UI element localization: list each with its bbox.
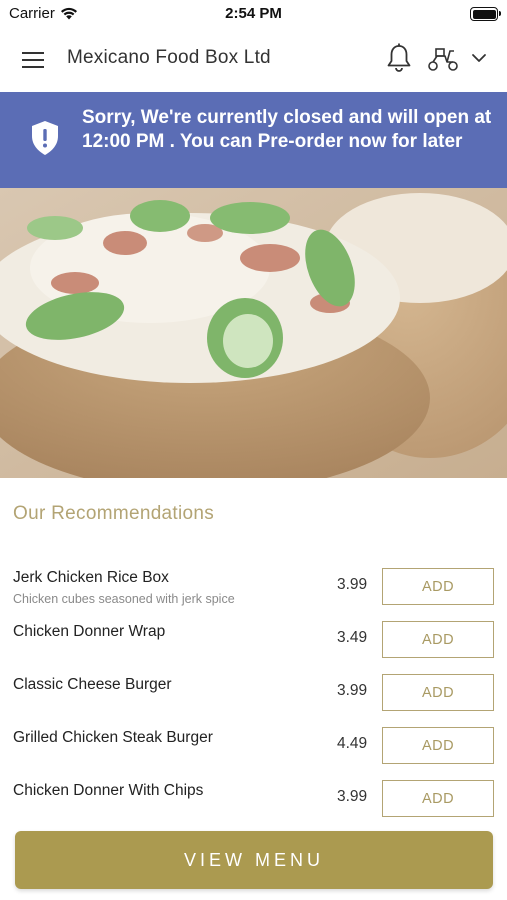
item-price: 3.99	[337, 788, 368, 805]
chevron-down-icon	[472, 54, 486, 62]
delivery-mode-button[interactable]	[427, 46, 459, 72]
add-button[interactable]: ADD	[382, 621, 494, 658]
item-price: 4.49	[337, 735, 368, 752]
bell-icon	[387, 43, 411, 72]
item-description: Chicken cubes seasoned with jerk spice	[13, 592, 235, 606]
list-item: Grilled Chicken Steak Burger 4.49 ADD	[0, 715, 507, 768]
list-item: Classic Cheese Burger 3.99 ADD	[0, 662, 507, 715]
add-button[interactable]: ADD	[382, 780, 494, 817]
status-time: 2:54 PM	[225, 5, 282, 22]
list-item: Chicken Donner With Chips 3.99 ADD	[0, 768, 507, 821]
view-menu-button[interactable]: VIEW MENU	[15, 831, 493, 889]
hero-food-image	[0, 188, 507, 478]
battery-icon	[470, 7, 501, 21]
hamburger-menu-button[interactable]	[22, 50, 46, 70]
item-price: 3.99	[337, 576, 368, 593]
closed-notice-banner: Sorry, We're currently closed and will o…	[0, 92, 507, 188]
item-name: Chicken Donner Wrap	[13, 623, 166, 640]
item-name: Chicken Donner With Chips	[13, 782, 204, 799]
closed-notice-text: Sorry, We're currently closed and will o…	[82, 107, 492, 152]
add-button[interactable]: ADD	[382, 727, 494, 764]
item-name: Grilled Chicken Steak Burger	[13, 729, 213, 746]
mode-dropdown-button[interactable]	[471, 50, 487, 66]
item-name: Jerk Chicken Rice Box	[13, 569, 169, 586]
recommendations-heading: Our Recommendations	[13, 503, 215, 524]
top-bar: Mexicano Food Box Ltd	[0, 28, 507, 92]
scooter-delivery-icon	[428, 48, 458, 71]
status-bar: Carrier 2:54 PM	[0, 0, 507, 28]
add-button[interactable]: ADD	[382, 674, 494, 711]
add-button[interactable]: ADD	[382, 568, 494, 605]
item-price: 3.99	[337, 682, 368, 699]
store-title: Mexicano Food Box Ltd	[67, 47, 271, 68]
hamburger-menu-icon	[22, 52, 44, 68]
list-item: Jerk Chicken Rice Box Chicken cubes seas…	[0, 556, 507, 609]
item-name: Classic Cheese Burger	[13, 676, 172, 693]
shield-alert-icon	[32, 121, 58, 155]
list-item: Chicken Donner Wrap 3.49 ADD	[0, 609, 507, 662]
item-price: 3.49	[337, 629, 368, 646]
food-photo	[0, 188, 507, 478]
notifications-button[interactable]	[386, 43, 412, 73]
